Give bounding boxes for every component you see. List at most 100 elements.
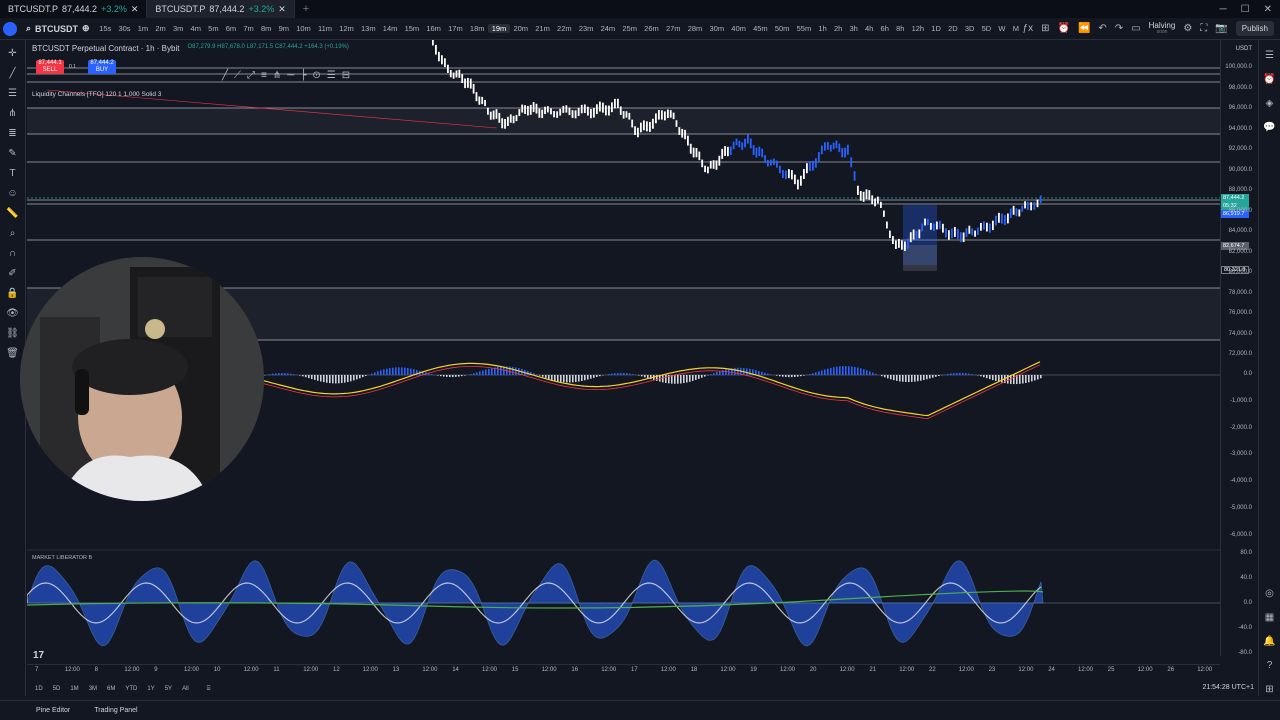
watchlist-icon[interactable]: ☰ xyxy=(1263,48,1277,62)
interval-11m[interactable]: 11m xyxy=(314,24,335,33)
link-icon[interactable]: ⛓ xyxy=(6,326,20,340)
layout-select-icon[interactable]: ▭ xyxy=(1131,23,1140,34)
interval-W[interactable]: W xyxy=(995,24,1009,33)
tab-pine-editor[interactable]: Pine Editor xyxy=(36,707,70,714)
interval-12h[interactable]: 12h xyxy=(908,24,928,33)
interval-7m[interactable]: 7m xyxy=(240,24,258,33)
ideas-icon[interactable]: ◎ xyxy=(1263,586,1277,600)
interval-5D[interactable]: 5D xyxy=(978,24,995,33)
grid-icon[interactable]: ⊞ xyxy=(1263,682,1277,696)
sell-button[interactable]: 87,444.1 SELL xyxy=(36,60,64,74)
extended-line-icon[interactable]: ⤢ xyxy=(247,70,255,81)
gann-tool-icon[interactable]: ⊟ xyxy=(342,70,350,81)
interval-19m[interactable]: 19m xyxy=(488,24,510,33)
minimize-icon[interactable]: ─ xyxy=(1220,4,1227,15)
zoom-icon[interactable]: ⌕ xyxy=(6,226,20,240)
interval-15m[interactable]: 15m xyxy=(401,24,423,33)
range-5D[interactable]: 5D xyxy=(53,686,61,692)
interval-1m[interactable]: 1m xyxy=(134,24,152,33)
replay-icon[interactable]: ⏪ xyxy=(1078,23,1090,34)
circle-tool-icon[interactable]: ⊙ xyxy=(312,70,320,81)
interval-2h[interactable]: 2h xyxy=(830,24,846,33)
interval-55m[interactable]: 55m xyxy=(793,24,815,33)
range-3M[interactable]: 3M xyxy=(89,686,97,692)
interval-21m[interactable]: 21m xyxy=(532,24,554,33)
layout-icon[interactable]: ⊞ xyxy=(1041,23,1049,34)
range-1Y[interactable]: 1Y xyxy=(147,686,154,692)
interval-M[interactable]: M xyxy=(1009,24,1022,33)
pitchfork-icon[interactable]: ⋔ xyxy=(6,106,20,120)
interval-25m[interactable]: 25m xyxy=(619,24,641,33)
interval-2m[interactable]: 2m xyxy=(152,24,170,33)
interval-23m[interactable]: 23m xyxy=(575,24,597,33)
settings-icon[interactable]: ⚙ xyxy=(1183,23,1192,34)
halving-countdown[interactable]: Halving soon xyxy=(1149,21,1176,36)
smile-icon[interactable]: ☺ xyxy=(6,186,20,200)
range-5Y[interactable]: 5Y xyxy=(165,686,172,692)
trash-icon[interactable]: 🗑 xyxy=(6,346,20,360)
add-symbol-icon[interactable]: ⊕ xyxy=(82,23,90,34)
horizontal-line-icon[interactable]: ─ xyxy=(287,70,294,81)
redo-icon[interactable]: ↷ xyxy=(1115,23,1123,34)
range-1M[interactable]: 1M xyxy=(70,686,78,692)
crosshair-icon[interactable]: ✛ xyxy=(6,46,20,60)
clock[interactable]: 21:54:28 UTC+1 xyxy=(1202,684,1254,691)
tab-1[interactable]: BTCUSDT.P 87,444.2 +3.2% ✕ xyxy=(0,0,148,18)
interval-22m[interactable]: 22m xyxy=(553,24,575,33)
interval-40m[interactable]: 40m xyxy=(728,24,750,33)
interval-12m[interactable]: 12m xyxy=(336,24,358,33)
chart-legend[interactable]: BTCUSDT Perpetual Contract · 1h · Bybit … xyxy=(32,44,349,53)
eye-icon[interactable]: 👁 xyxy=(6,306,20,320)
undo-icon[interactable]: ↶ xyxy=(1098,23,1106,34)
interval-45m[interactable]: 45m xyxy=(749,24,771,33)
range-YTD[interactable]: YTD xyxy=(125,686,137,692)
chat-icon[interactable]: 💬 xyxy=(1263,120,1277,134)
interval-26m[interactable]: 26m xyxy=(641,24,663,33)
camera-icon[interactable]: 📷 xyxy=(1215,23,1227,34)
text-icon[interactable]: T xyxy=(6,166,20,180)
trendline-icon[interactable]: ╱ xyxy=(6,66,20,80)
symbol-search[interactable]: ⌕ BTCUSDT ⊕ xyxy=(20,23,96,34)
new-tab-button[interactable]: + xyxy=(295,3,317,15)
interval-50m[interactable]: 50m xyxy=(771,24,793,33)
interval-4h[interactable]: 4h xyxy=(861,24,877,33)
help-icon[interactable]: ? xyxy=(1263,658,1277,672)
interval-1h[interactable]: 1h xyxy=(815,24,831,33)
interval-15s[interactable]: 15s xyxy=(96,24,115,33)
interval-16m[interactable]: 16m xyxy=(423,24,445,33)
interval-24m[interactable]: 24m xyxy=(597,24,619,33)
interval-18m[interactable]: 18m xyxy=(466,24,488,33)
interval-28m[interactable]: 28m xyxy=(684,24,706,33)
notifications-icon[interactable]: 🔔 xyxy=(1263,634,1277,648)
fib-tool-icon[interactable]: ☰ xyxy=(327,70,336,81)
interval-5m[interactable]: 5m xyxy=(205,24,223,33)
ruler-icon[interactable]: 📏 xyxy=(6,206,20,220)
layers-icon[interactable]: ◈ xyxy=(1263,96,1277,110)
magnet-icon[interactable]: ∩ xyxy=(6,246,20,260)
oscillator-legend[interactable]: MARKET LIBERATOR B xyxy=(32,555,92,561)
price-axis[interactable]: USDT 87,444.2 05:32 86,919.7 82,674.7 80… xyxy=(1220,40,1258,656)
range-6M[interactable]: 6M xyxy=(107,686,115,692)
goto-date-icon[interactable]: ⌸ xyxy=(207,686,211,693)
pencil-lock-icon[interactable]: ✐ xyxy=(6,266,20,280)
close-window-icon[interactable]: ✕ xyxy=(1264,4,1272,15)
interval-3m[interactable]: 3m xyxy=(169,24,187,33)
indicator-legend[interactable]: Liquidity Channels [TFO] 120 1 1,000 Sol… xyxy=(32,91,161,98)
parallel-channel-icon[interactable]: ≡ xyxy=(261,70,267,81)
tab-trading-panel[interactable]: Trading Panel xyxy=(94,707,137,714)
interval-3h[interactable]: 3h xyxy=(846,24,862,33)
interval-9m[interactable]: 9m xyxy=(275,24,293,33)
interval-6h[interactable]: 6h xyxy=(877,24,893,33)
interval-27m[interactable]: 27m xyxy=(662,24,684,33)
tab-2[interactable]: BTCUSDT.P 87,444.2 +3.2% ✕ xyxy=(147,0,295,18)
interval-1D[interactable]: 1D xyxy=(928,24,945,33)
interval-30s[interactable]: 30s xyxy=(115,24,134,33)
line-tool-icon[interactable]: ╱ xyxy=(222,70,228,81)
interval-17m[interactable]: 17m xyxy=(445,24,467,33)
fib-icon[interactable]: ≣ xyxy=(6,126,20,140)
interval-30m[interactable]: 30m xyxy=(706,24,728,33)
interval-8h[interactable]: 8h xyxy=(892,24,908,33)
alert-icon[interactable]: ⏰ xyxy=(1058,23,1070,34)
close-icon[interactable]: ✕ xyxy=(131,4,139,15)
range-1D[interactable]: 1D xyxy=(35,686,43,692)
